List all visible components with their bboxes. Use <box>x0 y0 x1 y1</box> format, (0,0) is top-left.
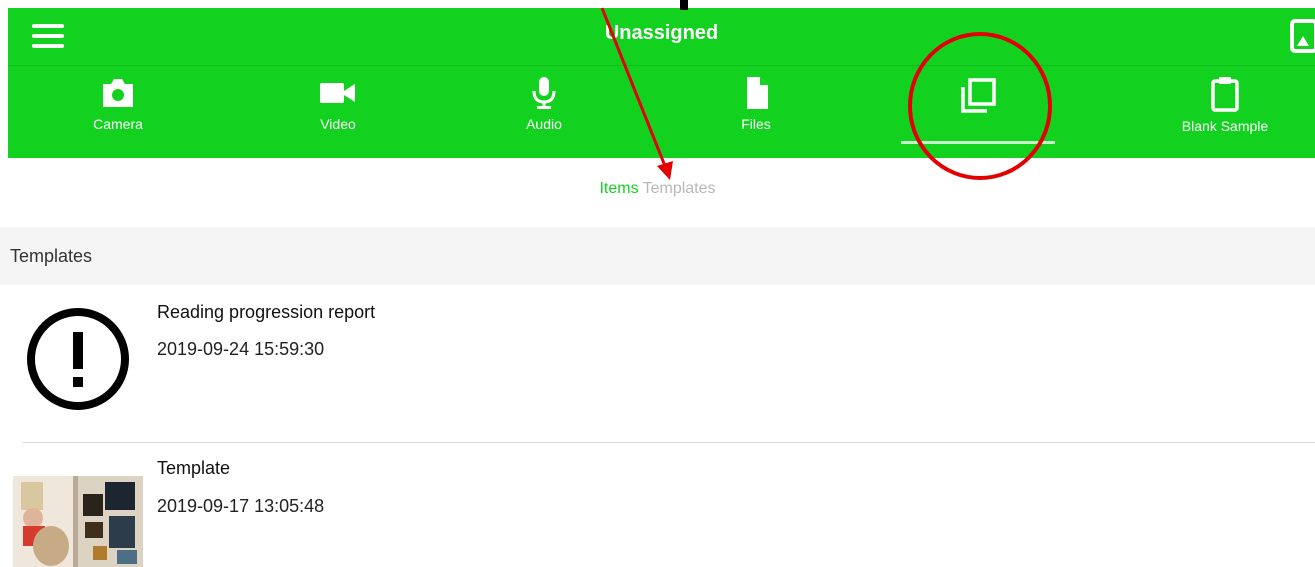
app-header: Unassigned Camera Video Audio Files Blan… <box>8 8 1315 158</box>
section-title: Templates <box>10 246 93 266</box>
toolbar-files[interactable]: Files <box>676 76 836 132</box>
toolbar-blank-sample[interactable]: Blank Sample <box>1145 76 1305 134</box>
segment-tabs: Items Templates <box>0 180 1315 198</box>
toolbar-audio[interactable]: Audio <box>464 76 624 132</box>
photo-thumbnail <box>13 476 143 567</box>
camera-icon <box>103 79 133 107</box>
template-title: Template <box>157 458 231 478</box>
toolbar-templates[interactable] <box>898 76 1058 122</box>
toolbar-audio-label: Audio <box>526 116 562 132</box>
template-date: 2019-09-24 15:59:30 <box>157 339 325 359</box>
list-item[interactable]: Reading progression report 2019-09-24 15… <box>0 286 1315 442</box>
toolbar-files-label: Files <box>741 116 771 132</box>
toolbar-camera-label: Camera <box>93 116 143 132</box>
video-camera-icon <box>320 83 355 103</box>
template-date: 2019-09-17 13:05:48 <box>157 496 325 516</box>
microphone-icon <box>532 77 556 109</box>
template-title: Reading progression report <box>157 302 376 322</box>
clipboard-icon <box>1211 77 1239 112</box>
annotation-arrowhead <box>657 161 673 180</box>
list-item[interactable]: Template 2019-09-17 13:05:48 <box>0 443 1315 567</box>
selected-tab-indicator <box>901 141 1055 144</box>
page-title: Unassigned <box>604 22 719 44</box>
top-strip <box>0 0 1315 8</box>
tab-templates[interactable]: Templates <box>643 180 716 197</box>
gallery-icon[interactable] <box>1289 18 1315 54</box>
toolbar: Camera Video Audio Files Blank Sample <box>8 66 1315 158</box>
warning-icon <box>27 308 129 410</box>
title-bar: Unassigned <box>8 8 1315 66</box>
toolbar-camera[interactable]: Camera <box>38 76 198 132</box>
toolbar-video[interactable]: Video <box>258 76 418 132</box>
templates-stack-icon <box>961 78 996 113</box>
tab-items[interactable]: Items <box>599 180 638 197</box>
section-header: Templates <box>0 227 1315 285</box>
file-icon <box>747 77 768 109</box>
toolbar-blank-sample-label: Blank Sample <box>1181 118 1269 134</box>
toolbar-video-label: Video <box>320 116 356 132</box>
